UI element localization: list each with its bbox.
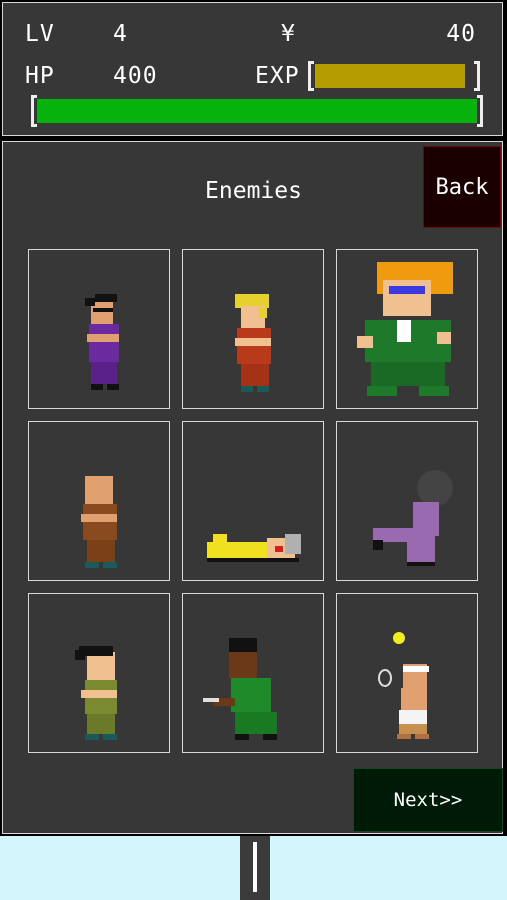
level-label: LV <box>25 21 55 47</box>
hp-value: 400 <box>113 63 158 89</box>
enemy-card[interactable] <box>28 249 170 409</box>
money-value: 40 <box>446 21 476 47</box>
enemy-card[interactable] <box>336 593 478 753</box>
enemy-card[interactable] <box>28 421 170 581</box>
enemy-knife-green-icon <box>203 638 277 740</box>
back-button[interactable]: Back <box>423 146 501 228</box>
level-value: 4 <box>113 21 128 47</box>
enemy-card[interactable] <box>28 593 170 753</box>
enemy-purple-thug-icon <box>85 294 119 390</box>
road-line <box>253 842 257 892</box>
enemy-card[interactable] <box>336 249 478 409</box>
enemies-panel: Enemies Back Next>> <box>2 141 503 834</box>
enemy-olive-thug-icon <box>75 646 117 740</box>
exp-label: EXP <box>255 63 300 89</box>
enemy-knocked-down-yellow-icon <box>207 534 301 562</box>
enemy-blonde-thug-icon <box>235 294 271 392</box>
enemy-tennis-player-icon <box>378 632 429 739</box>
hp-bar-fill <box>37 99 477 123</box>
enemy-bald-brown-icon <box>81 476 117 568</box>
next-button[interactable]: Next>> <box>353 768 503 832</box>
enemy-card[interactable] <box>182 593 324 753</box>
money-label: ¥ <box>281 21 296 47</box>
enemy-card[interactable] <box>182 421 324 581</box>
enemy-purple-kicker-icon <box>373 470 453 566</box>
enemy-card[interactable] <box>182 249 324 409</box>
enemy-card[interactable] <box>336 421 478 581</box>
exp-bar <box>308 61 480 91</box>
hp-label: HP <box>25 63 55 89</box>
status-bar: LV 4 ¥ 40 HP 400 EXP <box>2 2 503 136</box>
enemy-boss-green-icon <box>357 262 453 396</box>
exp-bar-fill <box>315 64 465 88</box>
hp-bar <box>31 95 483 127</box>
